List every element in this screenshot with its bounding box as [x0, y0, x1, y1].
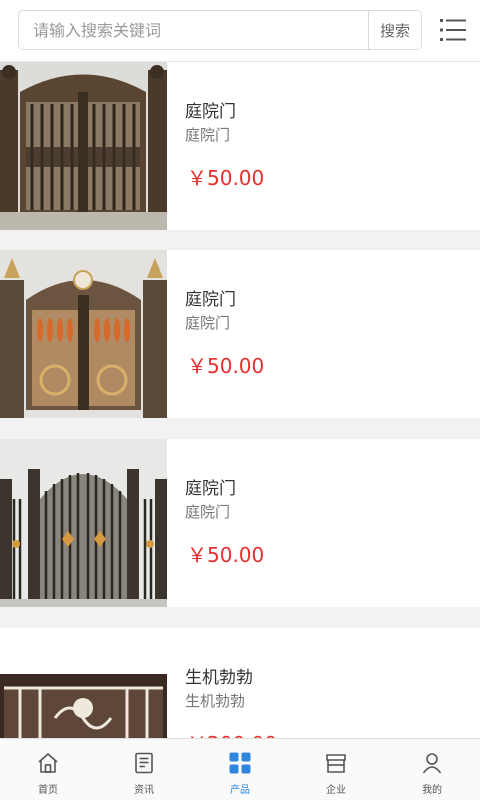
tab-label: 资讯 — [134, 785, 154, 796]
product-image[interactable] — [0, 62, 167, 230]
product-title[interactable]: 庭院门 — [185, 97, 236, 122]
search-button[interactable]: 搜索 — [368, 11, 421, 49]
product-subtitle: 庭院门 — [185, 503, 231, 521]
product-item[interactable]: 庭院门 庭院门 ￥50.00 — [0, 250, 480, 418]
product-subtitle: 生机勃勃 — [185, 692, 246, 710]
page: 搜索 — [0, 0, 480, 800]
user-icon — [420, 751, 444, 775]
tab-label: 首页 — [38, 785, 58, 796]
product-title[interactable]: 庭院门 — [185, 474, 236, 499]
product-image[interactable] — [0, 250, 167, 418]
product-item[interactable]: 庭院门 庭院门 ￥50.00 — [0, 62, 480, 230]
bottom-tab-bar: 首页 资讯 产品 企业 我的 — [0, 738, 480, 800]
header: 搜索 — [0, 0, 480, 62]
grid-icon — [228, 751, 252, 775]
product-subtitle: 庭院门 — [185, 314, 231, 332]
search-input[interactable] — [19, 11, 369, 49]
product-item[interactable]: 庭院门 庭院门 ￥50.00 — [0, 439, 480, 607]
menu-icon[interactable] — [436, 14, 470, 46]
tab-products[interactable]: 产品 — [192, 739, 288, 800]
product-title[interactable]: 庭院门 — [185, 285, 236, 310]
product-title[interactable]: 生机勃勃 — [185, 663, 253, 688]
news-icon — [132, 751, 156, 775]
search-box: 搜索 — [18, 10, 422, 50]
home-icon — [36, 751, 60, 775]
tab-label: 产品 — [230, 785, 250, 796]
product-price: ￥50.00 — [187, 166, 265, 190]
tab-company[interactable]: 企业 — [288, 739, 384, 800]
tab-label: 企业 — [326, 785, 346, 796]
product-price: ￥50.00 — [187, 354, 265, 378]
tab-home[interactable]: 首页 — [0, 739, 96, 800]
product-price: ￥50.00 — [187, 543, 265, 567]
tab-news[interactable]: 资讯 — [96, 739, 192, 800]
store-icon — [324, 751, 348, 775]
tab-label: 我的 — [422, 785, 442, 796]
product-subtitle: 庭院门 — [185, 126, 231, 144]
product-image[interactable] — [0, 439, 167, 607]
tab-mine[interactable]: 我的 — [384, 739, 480, 800]
